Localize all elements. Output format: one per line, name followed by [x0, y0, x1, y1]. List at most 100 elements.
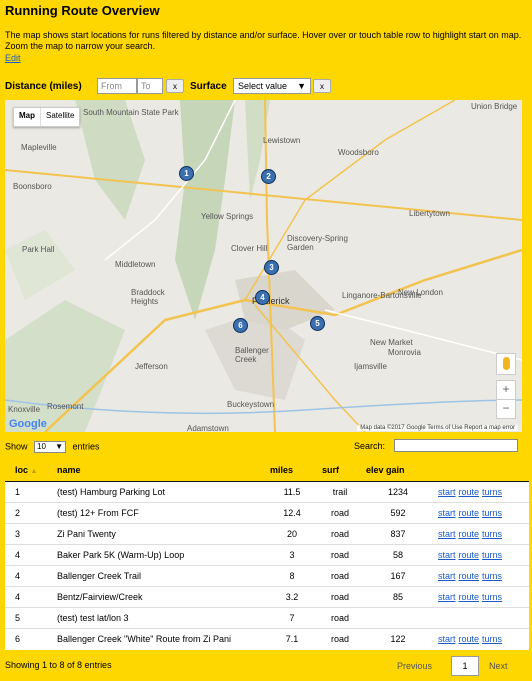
column-header-label: elev gain: [366, 465, 405, 475]
column-header-surf[interactable]: surf: [318, 459, 362, 482]
start-link[interactable]: start: [438, 529, 456, 539]
turns-link[interactable]: turns: [482, 571, 502, 581]
map-marker-4[interactable]: 4: [255, 290, 270, 305]
street-view-pegman-icon[interactable]: [496, 353, 516, 375]
search-input[interactable]: [394, 439, 518, 452]
column-header-label: name: [57, 465, 81, 475]
search-label: Search:: [354, 441, 386, 451]
table-row[interactable]: 4 Baker Park 5K (Warm-Up) Loop 3 road 58 star…: [5, 544, 529, 566]
cell-elev-gain: 85: [362, 586, 434, 608]
cell-surf: road: [318, 607, 362, 629]
turns-link[interactable]: turns: [482, 529, 502, 539]
column-header-miles[interactable]: miles: [266, 459, 318, 482]
column-header-elev-gain[interactable]: elev gain: [362, 459, 434, 482]
satellite-view-button[interactable]: Satellite: [40, 108, 79, 126]
distance-to-input[interactable]: To: [137, 78, 163, 94]
route-link[interactable]: route: [459, 529, 480, 539]
cell-miles: 3: [266, 544, 318, 566]
distance-from-input[interactable]: From: [97, 78, 137, 94]
table-row[interactable]: 1 (test) Hamburg Parking Lot 11.5 trail 1234…: [5, 481, 529, 503]
cell-name: Ballenger Creek "White" Route from Zi Pa…: [53, 628, 266, 650]
map-marker-5[interactable]: 5: [310, 316, 325, 331]
route-link[interactable]: route: [459, 487, 480, 497]
turns-link[interactable]: turns: [482, 592, 502, 602]
cell-miles: 11.5: [266, 481, 318, 503]
cell-surf: road: [318, 628, 362, 650]
cell-links: start route turns: [434, 586, 529, 608]
route-link[interactable]: route: [459, 508, 480, 518]
distance-clear-button[interactable]: x: [166, 79, 184, 93]
start-link[interactable]: start: [438, 634, 456, 644]
cell-loc: 4: [5, 544, 53, 566]
cell-name: (test) test lat/lon 3: [53, 607, 266, 629]
cell-loc: 1: [5, 481, 53, 503]
route-link[interactable]: route: [459, 634, 480, 644]
map-place-label: South Mountain State Park: [83, 108, 179, 117]
column-header-links: [434, 459, 529, 482]
map-place-label: Rosemont: [47, 402, 84, 411]
zoom-in-button[interactable]: +: [496, 380, 516, 400]
cell-loc: 4: [5, 565, 53, 587]
map-place-label: Woodsboro: [338, 148, 379, 157]
cell-name: (test) Hamburg Parking Lot: [53, 481, 266, 503]
route-link[interactable]: route: [459, 550, 480, 560]
map-attribution: Map data ©2017 Google Terms of Use Repor…: [357, 425, 518, 431]
column-header-name[interactable]: name: [53, 459, 266, 482]
route-link[interactable]: route: [459, 571, 480, 581]
cell-miles: 8: [266, 565, 318, 587]
turns-link[interactable]: turns: [482, 634, 502, 644]
table-row[interactable]: 4 Bentz/Fairview/Creek 3.2 road 85 start route…: [5, 586, 529, 608]
cell-surf: road: [318, 565, 362, 587]
cell-elev-gain: 167: [362, 565, 434, 587]
zoom-out-button[interactable]: −: [496, 399, 516, 419]
table-row[interactable]: 5 (test) test lat/lon 3 7 road: [5, 607, 529, 629]
map-place-label: Middletown: [115, 260, 156, 269]
chevron-down-icon: ▼: [55, 442, 64, 451]
cell-miles: 20: [266, 523, 318, 545]
start-link[interactable]: start: [438, 571, 456, 581]
surface-clear-button[interactable]: x: [313, 79, 331, 93]
turns-link[interactable]: turns: [482, 508, 502, 518]
table-row[interactable]: 4 Ballenger Creek Trail 8 road 167 start route…: [5, 565, 529, 587]
map-place-label: Clover Hill: [231, 244, 268, 253]
cell-elev-gain: 837: [362, 523, 434, 545]
edit-link[interactable]: Edit: [5, 53, 21, 63]
map-place-label: Park Hall: [22, 245, 55, 254]
cell-miles: 3.2: [266, 586, 318, 608]
route-map[interactable]: Map Satellite South Mountain State Park …: [5, 100, 522, 432]
cell-links: start route turns: [434, 481, 529, 503]
map-view-button[interactable]: Map: [14, 108, 40, 126]
table-row[interactable]: 3 Zi Pani Twenty 20 road 837 start route turns: [5, 523, 529, 545]
surface-select[interactable]: Select value ▼: [233, 78, 311, 94]
table-info: Showing 1 to 8 of 8 entries: [5, 660, 112, 670]
cell-loc: 6: [5, 628, 53, 650]
start-link[interactable]: start: [438, 487, 456, 497]
start-link[interactable]: start: [438, 592, 456, 602]
next-button[interactable]: Next: [489, 661, 508, 671]
map-marker-3[interactable]: 3: [264, 260, 279, 275]
entries-select[interactable]: 10 ▼: [34, 441, 67, 453]
cell-surf: trail: [318, 481, 362, 503]
map-marker-2[interactable]: 2: [261, 169, 276, 184]
turns-link[interactable]: turns: [482, 487, 502, 497]
cell-links: [434, 607, 529, 629]
column-header-label: miles: [270, 465, 294, 475]
cell-links: start route turns: [434, 523, 529, 545]
table-row[interactable]: 6 Ballenger Creek "White" Route from Zi P…: [5, 628, 529, 650]
map-marker-6[interactable]: 6: [233, 318, 248, 333]
column-header-loc[interactable]: loc ▲: [5, 459, 53, 482]
page-button-1[interactable]: 1: [451, 656, 479, 676]
previous-button[interactable]: Previous: [397, 661, 432, 671]
map-marker-1[interactable]: 1: [179, 166, 194, 181]
cell-surf: road: [318, 544, 362, 566]
cell-elev-gain: 592: [362, 502, 434, 524]
cell-elev-gain: 1234: [362, 481, 434, 503]
start-link[interactable]: start: [438, 508, 456, 518]
cell-loc: 5: [5, 607, 53, 629]
cell-loc: 2: [5, 502, 53, 524]
start-link[interactable]: start: [438, 550, 456, 560]
route-link[interactable]: route: [459, 592, 480, 602]
cell-name: Ballenger Creek Trail: [53, 565, 266, 587]
turns-link[interactable]: turns: [482, 550, 502, 560]
table-row[interactable]: 2 (test) 12+ From FCF 12.4 road 592 start rout…: [5, 502, 529, 524]
